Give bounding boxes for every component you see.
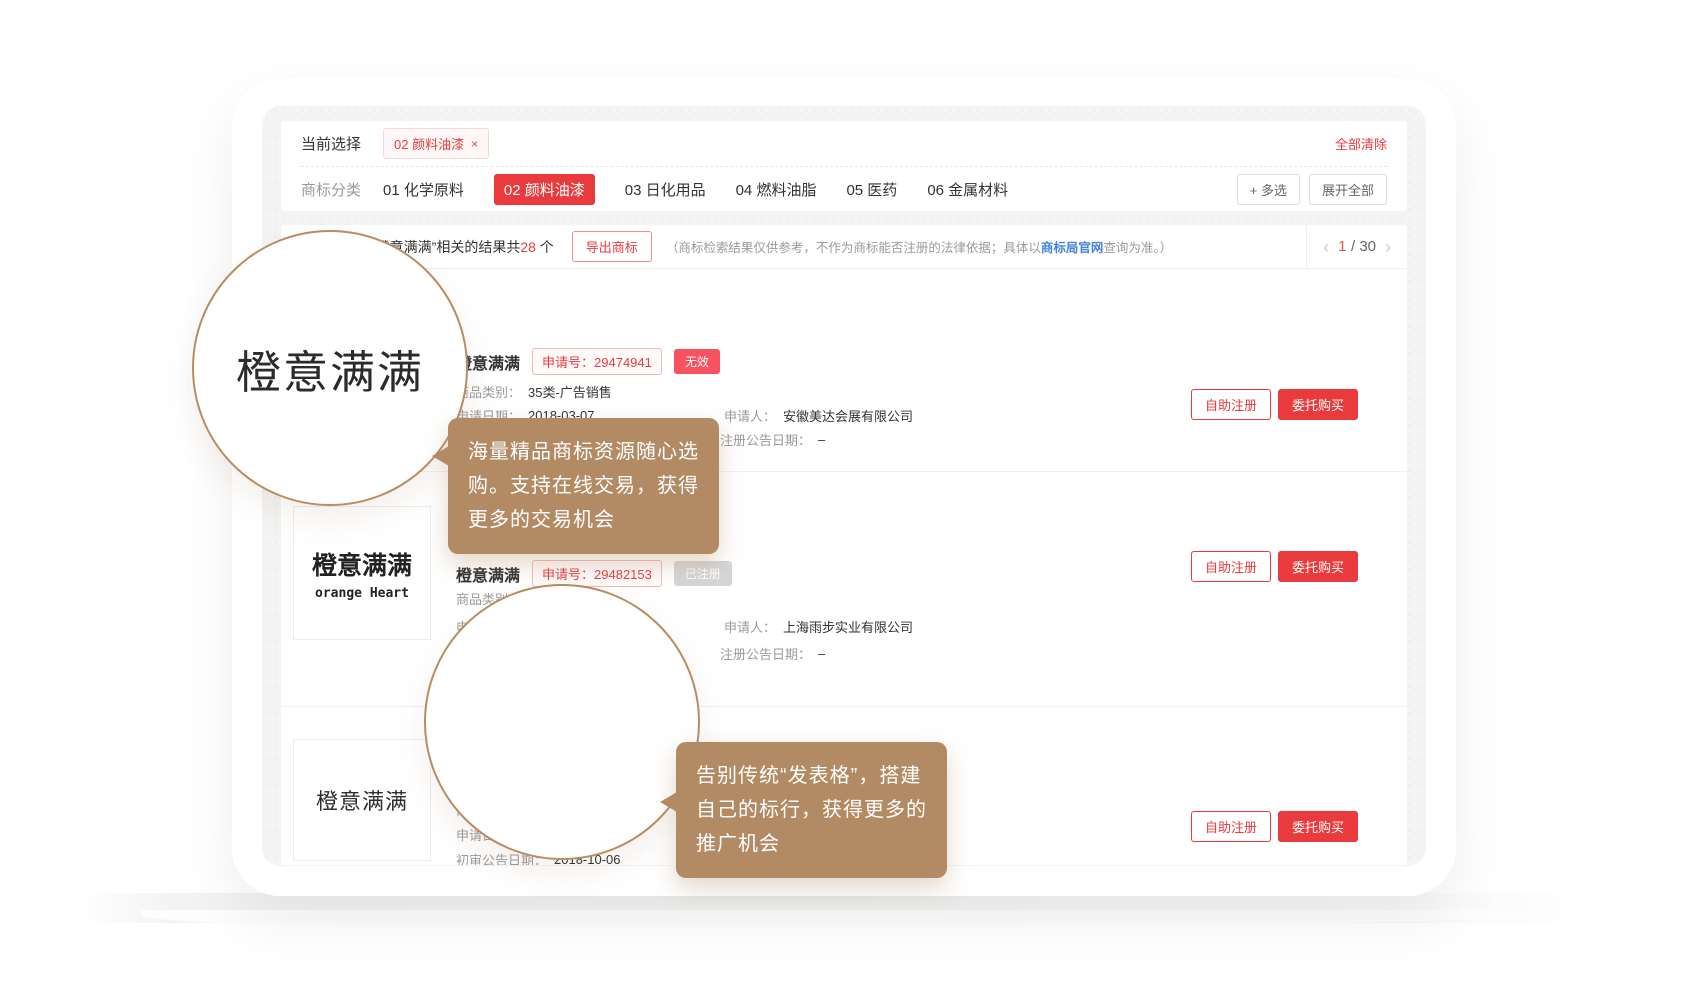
applicant-label: 申请人： [724, 617, 776, 636]
self-register-button[interactable]: 自助注册 [1191, 389, 1271, 420]
tooltip-line: 推广机会 [696, 827, 927, 861]
applicant-value: 上海雨步实业有限公司 [783, 617, 913, 636]
thumbnail-text: 橙意满满 [316, 784, 408, 816]
self-register-button[interactable]: 自助注册 [1191, 551, 1271, 582]
results-disclaimer: （商标检索结果仅供参考，不作为商标能否注册的法律依据；具体以商标局官网查询为准。… [666, 237, 1172, 256]
status-badge-invalid: 无效 [674, 349, 720, 374]
tooltip-line: 自己的标行，获得更多的 [696, 793, 927, 827]
tooltip-line: 海量精品商标资源随心选 [468, 435, 699, 469]
thumbnail-subtext: orange Heart [315, 586, 409, 601]
category-item-01[interactable]: 01 化学原料 [383, 179, 464, 200]
category-line: 商品类别： 35类-广告销售 [456, 382, 612, 401]
filter-panel: 当前选择 02 颜料油漆 × 全部清除 商标分类 01 化学原料 02 颜料油漆… [280, 120, 1408, 212]
prev-page-icon[interactable]: ‹ [1323, 238, 1329, 256]
tooltip-line: 购。支持在线交易，获得 [468, 469, 699, 503]
tooltip-line: 告别传统“发表格”，搭建 [696, 759, 927, 793]
category-item-02-active[interactable]: 02 颜料油漆 [494, 174, 595, 205]
registration-publication-label: 注册公告日期： [720, 430, 811, 449]
status-badge-registered: 已注册 [674, 561, 732, 586]
row-title-line: 橙意满满 申请号：29482153 已注册 [456, 560, 732, 587]
category-actions: + 多选 展开全部 [1237, 174, 1387, 205]
next-page-icon[interactable]: › [1385, 238, 1391, 256]
category-row: 商标分类 01 化学原料 02 颜料油漆 03 日化用品 04 燃料油脂 05 … [301, 167, 1387, 212]
current-selection-row: 当前选择 02 颜料油漆 × 全部清除 [301, 121, 1387, 166]
self-register-button[interactable]: 自助注册 [1191, 811, 1271, 842]
total-pages: 30 [1359, 238, 1376, 255]
registration-publication-label: 注册公告日期： [720, 644, 811, 663]
page-indicator: 1 / 30 [1338, 238, 1376, 256]
entrust-purchase-button[interactable]: 委托购买 [1278, 811, 1358, 842]
tooltip-promotion: 告别传统“发表格”，搭建 自己的标行，获得更多的 推广机会 [676, 742, 947, 878]
multi-select-button[interactable]: + 多选 [1237, 174, 1300, 205]
results-header: 为您检索到“橙意满满”相关的结果共28 个 导出商标 （商标检索结果仅供参考，不… [281, 225, 1407, 269]
magnifier-circle-bottom [424, 584, 700, 860]
magnifier-circle-top: 橙意满满 [192, 230, 468, 506]
disclaimer-text-end: 查询为准。） [1103, 241, 1172, 255]
results-count: 28 [520, 239, 536, 255]
selected-filter-tag-text: 02 颜料油漆 [394, 134, 464, 153]
category-item-05[interactable]: 05 医药 [846, 179, 897, 200]
disclaimer-text: （商标检索结果仅供参考，不作为商标能否注册的法律依据；具体以 [666, 241, 1041, 255]
thumbnail-text: 橙意满满 [312, 546, 412, 582]
entrust-purchase-button[interactable]: 委托购买 [1278, 389, 1358, 420]
trademark-thumbnail: 橙意满满 [293, 739, 431, 861]
remove-tag-icon[interactable]: × [471, 137, 478, 151]
application-number-tag: 申请号：29482153 [532, 560, 662, 587]
applicant-value: 安徽美达会展有限公司 [783, 406, 913, 425]
clear-all-link[interactable]: 全部清除 [1335, 134, 1387, 153]
current-page: 1 [1338, 238, 1346, 255]
entrust-purchase-button[interactable]: 委托购买 [1278, 551, 1358, 582]
registration-publication-value: – [818, 432, 825, 447]
results-summary-unit: 个 [536, 239, 554, 255]
page: 当前选择 02 颜料油漆 × 全部清除 商标分类 01 化学原料 02 颜料油漆… [0, 0, 1696, 1002]
applicant-label: 申请人： [724, 406, 776, 425]
current-selection-label: 当前选择 [301, 133, 361, 154]
category-item-06[interactable]: 06 金属材料 [927, 179, 1008, 200]
tooltip-line: 更多的交易机会 [468, 503, 699, 537]
application-number-value: 29474941 [594, 355, 652, 370]
laptop-base-shadow [80, 893, 1616, 923]
trademark-office-link[interactable]: 商标局官网 [1041, 241, 1104, 255]
trademark-name: 橙意满满 [456, 562, 520, 586]
category-item-04[interactable]: 04 燃料油脂 [736, 179, 817, 200]
trademark-thumbnail: 橙意满满 orange Heart [293, 506, 431, 640]
export-trademarks-button[interactable]: 导出商标 [572, 231, 652, 262]
expand-all-button[interactable]: 展开全部 [1309, 174, 1387, 205]
category-field-value: 35类-广告销售 [528, 382, 612, 401]
pagination: ‹ 1 / 30 › [1306, 225, 1407, 268]
category-item-03[interactable]: 03 日化用品 [625, 179, 706, 200]
selected-filter-tag[interactable]: 02 颜料油漆 × [383, 128, 489, 159]
row-title-line: 橙意满满 申请号：29474941 无效 [456, 348, 720, 375]
registration-publication-value: – [818, 646, 825, 661]
application-number-value: 29482153 [594, 567, 652, 582]
application-number-label: 申请号： [542, 355, 594, 370]
application-number-label: 申请号： [542, 567, 594, 582]
magnified-trademark-text: 橙意满满 [236, 336, 424, 401]
tooltip-marketplace: 海量精品商标资源随心选 购。支持在线交易，获得 更多的交易机会 [448, 418, 719, 554]
application-number-tag: 申请号：29474941 [532, 348, 662, 375]
category-label: 商标分类 [301, 179, 361, 200]
